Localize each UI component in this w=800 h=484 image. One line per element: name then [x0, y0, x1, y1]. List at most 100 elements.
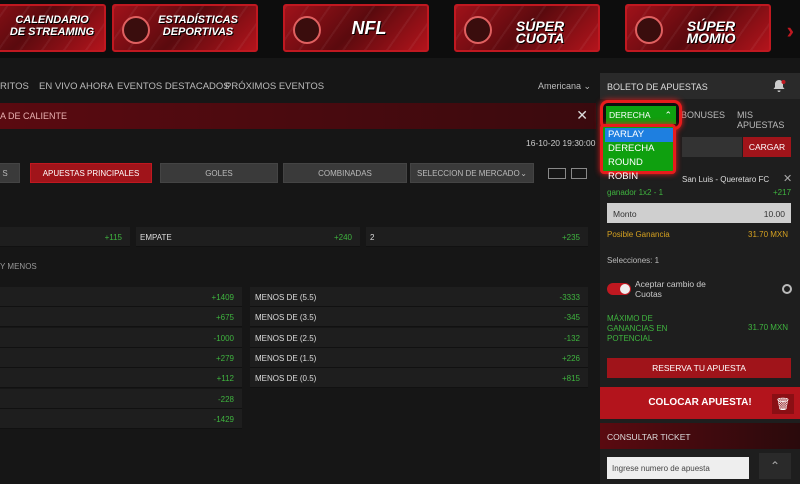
- option-derecha[interactable]: DERECHA: [605, 142, 673, 156]
- event-datetime: 16-10-20 19:30:00: [526, 138, 596, 148]
- soccer-ball-icon: [122, 16, 150, 44]
- chevron-right-icon[interactable]: ›: [787, 18, 794, 44]
- banner-label: SÚPER CUOTA: [515, 18, 565, 46]
- market-select[interactable]: SELECCION DE MERCADO ⌄: [410, 163, 534, 183]
- odds-value: +112: [216, 374, 234, 384]
- trophy-icon: [635, 16, 663, 44]
- bell-icon[interactable]: [772, 79, 786, 93]
- banner-super-cuota[interactable]: SÚPER CUOTA: [454, 4, 600, 52]
- odds-value: -345: [563, 313, 580, 323]
- tab-my-bets[interactable]: MIS APUESTAS: [737, 110, 800, 130]
- banner-sports-stats[interactable]: ESTADÍSTICAS DEPORTIVAS: [112, 4, 258, 52]
- odds-value: -1429: [213, 414, 234, 424]
- max-win-value: 31.70 MXN: [748, 323, 789, 332]
- tab-bonuses[interactable]: BONUSES: [681, 110, 725, 120]
- odds-cell-over[interactable]: -1429: [0, 408, 242, 429]
- football-icon: [293, 16, 321, 44]
- banner-label: CALENDARIO DE STREAMING: [9, 14, 95, 38]
- tab-main-bets[interactable]: APUESTAS PRINCIPALES: [30, 163, 152, 183]
- event-header-bar: A DE CALIENTE ✕: [0, 103, 596, 129]
- load-button[interactable]: CARGAR: [743, 137, 791, 157]
- odds-cell-home[interactable]: +115: [0, 227, 130, 247]
- bet-match-title: San Luis - Queretaro FC: [682, 175, 770, 184]
- odds-value: +815: [561, 374, 580, 384]
- odds-cell-over[interactable]: -228: [0, 388, 242, 409]
- nav-item-upcoming[interactable]: PRÓXIMOS EVENTOS: [225, 81, 324, 92]
- option-parlay[interactable]: PARLAY: [605, 128, 673, 142]
- odds-value: -3333: [559, 293, 580, 302]
- nav-item-featured[interactable]: EVENTOS DESTACADOS: [117, 81, 230, 92]
- promo-banner-row: CALENDARIO DE STREAMING ESTADÍSTICAS DEPOR…: [0, 0, 800, 58]
- outcome-label: 2: [370, 233, 375, 242]
- scroll-to-top-button[interactable]: ⌃: [759, 453, 791, 479]
- trash-icon[interactable]: 🗑: [772, 394, 794, 414]
- place-bet-button[interactable]: COLOCAR APUESTA!: [600, 387, 800, 419]
- odds-value: -1000: [213, 333, 234, 343]
- bet-slip-title: BOLETO DE APUESTAS: [607, 82, 708, 92]
- odds-value: +240: [333, 233, 352, 242]
- bet-odds: +217: [773, 188, 792, 197]
- odds-cell-over[interactable]: +279: [0, 347, 242, 368]
- reserve-bet-button[interactable]: RESERVA TU APUESTA: [607, 358, 791, 378]
- outcome-label: MENOS DE (5.5): [255, 293, 317, 302]
- info-icon[interactable]: [782, 284, 792, 294]
- option-round-robin[interactable]: ROUND ROBIN: [605, 156, 673, 182]
- close-icon[interactable]: ✕: [783, 172, 792, 185]
- odds-value: -228: [217, 394, 234, 404]
- banner-super-momio[interactable]: SÚPER MOMIO: [625, 4, 771, 52]
- odds-value: +235: [561, 233, 580, 242]
- sports-nav: RITOS EN VIVO AHORA EVENTOS DESTACADOS P…: [0, 72, 596, 100]
- bet-type-select[interactable]: DERECHA ⌃: [606, 106, 676, 124]
- odds-format-label: Americana: [538, 81, 582, 91]
- stake-input[interactable]: Monto 10.00: [607, 203, 791, 223]
- tab-goals[interactable]: GOLES: [160, 163, 278, 183]
- place-bet-label: COLOCAR APUESTA!: [648, 397, 752, 408]
- bet-type-options: PARLAY DERECHA ROUND ROBIN: [600, 124, 676, 182]
- outcome-label: EMPATE: [140, 233, 172, 242]
- stake-value: 10.00: [763, 209, 785, 219]
- odds-value: -132: [563, 333, 580, 343]
- odds-value: +115: [104, 233, 122, 242]
- bet-code-input[interactable]: [682, 137, 742, 157]
- chevron-up-icon: ⌃: [664, 110, 672, 120]
- odds-value: +279: [215, 353, 234, 363]
- banner-nfl[interactable]: NFL: [283, 4, 429, 52]
- odds-cell-under[interactable]: MENOS DE (5.5) -3333: [250, 287, 588, 307]
- nav-item-favorites[interactable]: RITOS: [0, 81, 29, 92]
- banner-label: SÚPER MOMIO: [686, 18, 736, 46]
- stake-label: Monto: [613, 209, 637, 219]
- accept-odds-change-toggle[interactable]: [607, 283, 631, 295]
- odds-cell-under[interactable]: MENOS DE (2.5) -132: [250, 327, 588, 348]
- two-column-view-icon[interactable]: [571, 168, 587, 179]
- tab-combined[interactable]: COMBINADAS: [283, 163, 407, 183]
- section-title-totals: Y MENOS: [0, 262, 37, 271]
- odds-value: +226: [561, 353, 580, 363]
- odds-cell-over[interactable]: +1409: [0, 287, 242, 307]
- odds-cell-over[interactable]: +675: [0, 307, 242, 328]
- odds-cell-over[interactable]: +112: [0, 368, 242, 389]
- chevron-down-icon: ⌄: [583, 81, 592, 91]
- nav-item-live[interactable]: EN VIVO AHORA: [39, 81, 113, 92]
- banner-label: ESTADÍSTICAS DEPORTIVAS: [158, 14, 238, 38]
- bet-type-selected: DERECHA: [609, 110, 651, 120]
- possible-win-label: Posible Ganancia: [607, 230, 670, 239]
- tab-market-partial[interactable]: S: [0, 163, 20, 183]
- single-column-view-icon[interactable]: [548, 168, 566, 179]
- max-win-label: MÁXIMO DE GANANCIAS EN POTENCIAL: [607, 314, 668, 343]
- possible-win-value: 31.70 MXN: [748, 230, 789, 239]
- banner-streaming-calendar[interactable]: CALENDARIO DE STREAMING: [0, 4, 106, 52]
- odds-cell-over[interactable]: -1000: [0, 327, 242, 348]
- odds-format-select[interactable]: Americana ⌄: [538, 81, 591, 92]
- odds-cell-under[interactable]: MENOS DE (1.5) +226: [250, 347, 588, 368]
- consult-ticket-bar[interactable]: CONSULTAR TICKET: [600, 423, 800, 449]
- odds-value: +675: [215, 313, 234, 323]
- banner-label: NFL: [351, 18, 387, 38]
- odds-cell-under[interactable]: MENOS DE (0.5) +815: [250, 368, 588, 389]
- close-icon[interactable]: ✕: [576, 107, 588, 124]
- odds-cell-under[interactable]: MENOS DE (3.5) -345: [250, 307, 588, 328]
- event-header-label: A DE CALIENTE: [0, 111, 68, 121]
- ticket-number-input[interactable]: Ingrese numero de apuesta: [607, 457, 749, 479]
- odds-cell-draw[interactable]: EMPATE +240: [136, 227, 360, 247]
- odds-cell-away[interactable]: 2 +235: [366, 227, 588, 247]
- odds-value: +1409: [211, 293, 234, 302]
